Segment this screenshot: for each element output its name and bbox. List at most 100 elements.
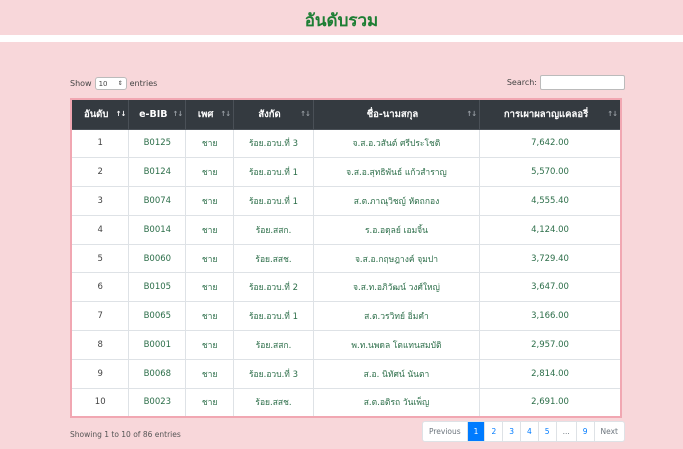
table-cell: ร้อย.อวบ.ที่ 1 (233, 186, 314, 216)
page-button[interactable]: 5 (537, 422, 556, 441)
table-cell: ร้อย.อวบ.ที่ 1 (233, 157, 314, 188)
sort-icon: ↑↓ (115, 110, 127, 119)
page-button[interactable]: 2 (484, 422, 502, 441)
table-cell: ส.ต.วรวิทย์ อิ่มคำ (312, 301, 481, 332)
sort-icon: ↑↓ (220, 110, 231, 119)
table-row: 6 B0105 ชาย ร้อย.อวบ.ที่ 2 จ.ส.ท.อภิวัฒน์ วง… (70, 272, 622, 303)
table-cell: ส.ต.ภาณุวิชญ์ หัตถกอง (312, 186, 481, 216)
table-cell: B0074 (128, 186, 187, 216)
table-cell: ชาย (185, 330, 235, 360)
table-info: Showing 1 to 10 of 86 entries (70, 430, 181, 439)
page-button[interactable]: 3 (502, 422, 520, 441)
next-button[interactable]: Next (593, 422, 624, 441)
table-cell: ชาย (185, 301, 235, 332)
pagination: Previous 1 2 3 4 5... 9 Next (421, 421, 625, 442)
previous-button[interactable]: Previous (423, 422, 467, 441)
table-row: 4 B0014 ชาย ร้อย.สสก. ร.อ.อดุลย์ เอมจิ้น 4,12… (70, 214, 622, 245)
table-controls: Show 10 ⇕ entries Search: (70, 75, 625, 91)
table-cell: B0023 (128, 387, 187, 418)
search-input[interactable] (540, 75, 625, 90)
page-button[interactable]: 4 (520, 422, 538, 441)
table-cell: ร้อย.สสก. (233, 214, 314, 245)
table-cell: 3,647.00 (479, 272, 622, 303)
table-cell: 4,555.40 (479, 186, 622, 216)
table-cell: 7 (70, 301, 130, 332)
table-cell: B0001 (128, 330, 187, 360)
page-button[interactable]: 1 (466, 422, 485, 441)
table-cell: B0125 (128, 128, 187, 159)
table-row: 5 B0060 ชาย ร้อย.สสช. จ.ส.อ.กฤษฎางค์ จุมปา 3,… (70, 243, 622, 274)
column-header-label: e-BIB (139, 108, 168, 120)
table-cell: ชาย (185, 272, 235, 303)
table-cell: ร้อย.อวบ.ที่ 2 (233, 272, 314, 303)
table-cell: จ.ส.อ.วสันต์ ศรีประโชติ (312, 128, 481, 159)
table-cell: 1 (70, 128, 130, 159)
table-header-row: อันดับ ↑↓ e-BIB ↑↓ เพศ ↑↓ สังกัด ↑↓ ชื่อ-นามสกุล… (70, 98, 622, 130)
page-ellipsis: ... (555, 422, 576, 441)
sort-icon: ↑↓ (607, 110, 618, 119)
table-cell: 3,729.40 (479, 243, 622, 274)
table-cell: ส.ต.อติรถ วันเพ็ญ (312, 387, 481, 418)
table-cell: B0105 (128, 272, 187, 303)
column-header[interactable]: สังกัด ↑↓ (233, 98, 314, 130)
table-cell: B0068 (128, 358, 187, 389)
table-cell: ร้อย.สสช. (233, 243, 314, 274)
table-cell: 5,570.00 (479, 157, 622, 188)
table-cell: 7,642.00 (479, 128, 622, 159)
column-header[interactable]: ชื่อ-นามสกุล ↑↓ (312, 98, 481, 130)
sort-icon: ↑↓ (300, 110, 311, 119)
sort-icon: ↑↓ (466, 110, 477, 119)
table-cell: 9 (70, 358, 130, 389)
show-label: Show (70, 79, 92, 88)
table-row: 8 B0001 ชาย ร้อย.สสก. พ.ท.นพดล โตแทนสมบัติ 2,… (70, 330, 622, 360)
table-cell: ร้อย.สสก. (233, 330, 314, 360)
table-cell: จ.ส.ท.อภิวัฒน์ วงศ์ใหญ่ (312, 272, 481, 303)
table-cell: ร้อย.อวบ.ที่ 3 (233, 358, 314, 389)
table-row: 1 B0125 ชาย ร้อย.อวบ.ที่ 3 จ.ส.อ.วสันต์ ศรีป… (70, 128, 622, 159)
table-cell: 2 (70, 157, 130, 188)
sort-icon: ↑↓ (172, 110, 184, 119)
table-cell: จ.ส.อ.กฤษฎางค์ จุมปา (312, 243, 481, 274)
table-cell: ชาย (185, 128, 235, 159)
table-cell: จ.ส.อ.สุทธิพันธ์ แก้วสำราญ (312, 157, 481, 188)
chevron-updown-icon: ⇕ (117, 80, 123, 87)
table-cell: ร้อย.อวบ.ที่ 3 (233, 128, 314, 159)
column-header-label: การเผาผลาญแคลอรี่ (503, 108, 589, 120)
column-header[interactable]: e-BIB ↑↓ (128, 98, 187, 130)
table-cell: พ.ท.นพดล โตแทนสมบัติ (312, 330, 481, 360)
entries-label: entries (129, 79, 158, 88)
search-control: Search: (507, 75, 625, 90)
table-cell: 4,124.00 (479, 214, 622, 245)
table-row: 9 B0068 ชาย ร้อย.อวบ.ที่ 3 ส.อ. นิทัศน์ นันต… (70, 358, 622, 389)
table-cell: ชาย (185, 214, 235, 245)
column-header-label: เพศ (197, 108, 214, 120)
table-cell: ร้อย.อวบ.ที่ 1 (233, 301, 314, 332)
column-header[interactable]: อันดับ ↑↓ (70, 98, 130, 130)
table-cell: 3 (70, 186, 130, 216)
table-row: 2 B0124 ชาย ร้อย.อวบ.ที่ 1 จ.ส.อ.สุทธิพันธ์ … (70, 157, 622, 188)
table-cell: ชาย (185, 157, 235, 188)
table-cell: 2,691.00 (479, 387, 622, 418)
column-header-label: อันดับ (83, 108, 109, 120)
table-cell: ส.อ. นิทัศน์ นันตา (312, 358, 481, 389)
table-cell: 3,166.00 (479, 301, 622, 332)
table-cell: B0060 (128, 243, 187, 274)
entries-select[interactable]: 10 ⇕ (94, 77, 127, 90)
table-cell: ร.อ.อดุลย์ เอมจิ้น (312, 214, 481, 245)
table-cell: ร้อย.สสช. (233, 387, 314, 418)
table-cell: 2,957.00 (479, 330, 622, 360)
page-title: อันดับรวม (304, 11, 379, 31)
table-row: 10 B0023 ชาย ร้อย.สสช. ส.ต.อติรถ วันเพ็ญ 2,69… (70, 387, 622, 418)
column-header[interactable]: เพศ ↑↓ (185, 98, 235, 130)
table-cell: 4 (70, 214, 130, 245)
table-cell: 5 (70, 243, 130, 274)
table-cell: ชาย (185, 387, 235, 418)
table-cell: 10 (70, 387, 130, 418)
column-header[interactable]: การเผาผลาญแคลอรี่ ↑↓ (479, 98, 622, 130)
divider-bar (0, 35, 683, 42)
entries-control: Show 10 ⇕ entries (70, 77, 157, 90)
table-body: 1 B0125 ชาย ร้อย.อวบ.ที่ 3 จ.ส.อ.วสันต์ ศรีป… (70, 128, 622, 418)
ranking-table: อันดับ ↑↓ e-BIB ↑↓ เพศ ↑↓ สังกัด ↑↓ ชื่อ-นามสกุล… (70, 98, 622, 418)
page-button[interactable]: 9 (575, 422, 594, 441)
column-header-label: ชื่อ-นามสกุล (366, 108, 419, 120)
